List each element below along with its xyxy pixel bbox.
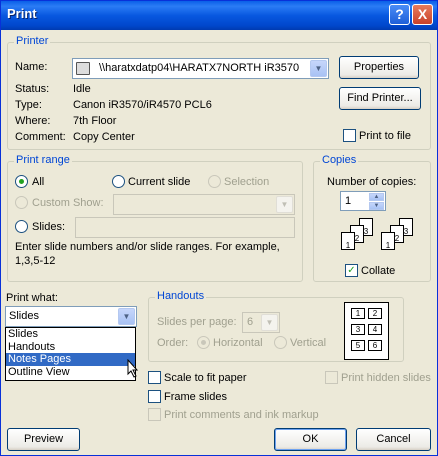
selection-radio[interactable]: [208, 175, 221, 188]
cancel-button[interactable]: Cancel: [356, 428, 431, 451]
list-item[interactable]: Outline View: [6, 366, 135, 379]
slides-per-page-select[interactable]: 6 ▼: [242, 312, 280, 333]
type-value: Canon iR3570/iR4570 PCL6: [73, 99, 212, 111]
chevron-down-icon[interactable]: ▼: [310, 60, 327, 77]
type-label: Type:: [15, 99, 42, 111]
close-button[interactable]: X: [412, 4, 433, 25]
all-radio[interactable]: [15, 175, 28, 188]
collate-label: Collate: [361, 265, 396, 277]
chevron-down-icon[interactable]: ▼: [118, 308, 135, 325]
print-what-dropdown-list: Slides Handouts Notes Pages Outline View: [5, 327, 136, 381]
printer-icon: [76, 62, 90, 75]
printer-name-value: \\haratxdatp04\HARATX7NORTH iR3570: [99, 62, 300, 74]
where-value: 7th Floor: [73, 115, 117, 127]
handouts-legend: Handouts: [155, 290, 207, 302]
print-what-label: Print what:: [6, 292, 58, 304]
status-value: Idle: [73, 83, 91, 95]
page-icon: 1: [341, 232, 355, 250]
slides-input[interactable]: [75, 217, 295, 238]
page-icon: 1: [381, 232, 395, 250]
vertical-radio[interactable]: [274, 336, 287, 349]
number-of-copies-value: 1: [345, 195, 352, 207]
find-printer-button[interactable]: Find Printer...: [339, 87, 421, 110]
slides-radio[interactable]: [15, 220, 28, 233]
print-hidden-checkbox[interactable]: [325, 371, 338, 384]
title-bar[interactable]: Print ? X: [1, 1, 437, 30]
printer-name-select[interactable]: \\haratxdatp04\HARATX7NORTH iR3570 ▼: [72, 58, 329, 79]
frame-slides-checkbox[interactable]: [148, 390, 161, 403]
collate-checkbox[interactable]: ✓: [345, 264, 358, 277]
ok-button[interactable]: OK: [274, 428, 347, 451]
slides-per-page-label: Slides per page:: [157, 316, 237, 328]
print-dialog: Print ? X Printer Name: \\haratxdatp04\H…: [0, 0, 438, 456]
print-to-file-label: Print to file: [359, 130, 411, 142]
print-hidden-label: Print hidden slides: [341, 372, 431, 384]
slides-per-page-value: 6: [247, 316, 254, 328]
comment-value: Copy Center: [73, 131, 135, 143]
horizontal-label: Horizontal: [213, 337, 263, 349]
print-to-file-checkbox[interactable]: [343, 129, 356, 142]
print-comments-checkbox[interactable]: [148, 408, 161, 421]
current-slide-radio[interactable]: [112, 175, 125, 188]
scale-to-fit-checkbox[interactable]: [148, 371, 161, 384]
vertical-label: Vertical: [290, 337, 327, 349]
preview-cell: 6: [368, 340, 382, 351]
print-range-legend: Print range: [14, 154, 72, 166]
list-item[interactable]: Handouts: [6, 341, 135, 354]
list-item[interactable]: Slides: [6, 328, 135, 341]
help-button[interactable]: ?: [389, 4, 410, 25]
scale-to-fit-label: Scale to fit paper: [164, 372, 247, 384]
custom-show-label: Custom Show:: [32, 197, 104, 209]
number-of-copies-input[interactable]: 1 ▲ ▼: [340, 191, 386, 211]
preview-cell: 4: [368, 324, 382, 335]
status-label: Status:: [15, 83, 50, 95]
print-what-value: Slides: [9, 310, 39, 322]
comment-label: Comment:: [15, 131, 66, 143]
slides-label: Slides:: [32, 221, 66, 233]
chevron-down-icon[interactable]: ▼: [261, 314, 278, 331]
copies-legend: Copies: [320, 154, 359, 166]
spin-down-icon[interactable]: ▼: [369, 202, 384, 210]
mouse-cursor-icon: [127, 359, 139, 378]
print-comments-label: Print comments and ink markup: [164, 409, 319, 421]
number-of-copies-label: Number of copies:: [327, 176, 417, 188]
horizontal-radio[interactable]: [197, 336, 210, 349]
handout-preview: 1 2 3 4 5 6: [344, 302, 389, 360]
spin-up-icon[interactable]: ▲: [369, 193, 384, 201]
custom-show-radio[interactable]: [15, 196, 28, 209]
printer-legend: Printer: [14, 35, 51, 47]
print-what-select[interactable]: Slides ▼: [5, 306, 137, 327]
preview-cell: 2: [368, 308, 382, 319]
custom-show-select[interactable]: ▼: [113, 194, 295, 215]
all-label: All: [32, 176, 45, 188]
properties-button[interactable]: Properties: [339, 56, 419, 79]
frame-slides-label: Frame slides: [164, 391, 227, 403]
preview-button[interactable]: Preview: [7, 428, 80, 451]
preview-cell: 3: [351, 324, 365, 335]
chevron-down-icon[interactable]: ▼: [276, 196, 293, 213]
preview-cell: 1: [351, 308, 365, 319]
preview-cell: 5: [351, 340, 365, 351]
dialog-title: Print: [7, 6, 37, 21]
printer-name-label: Name:: [15, 61, 48, 73]
order-label: Order:: [157, 337, 189, 349]
slides-help-text-1: Enter slide numbers and/or slide ranges.…: [15, 241, 280, 253]
selection-label: Selection: [224, 176, 270, 188]
where-label: Where:: [15, 115, 51, 127]
slides-help-text-2: 1,3,5-12: [15, 255, 56, 267]
list-item-selected[interactable]: Notes Pages: [6, 353, 135, 366]
current-slide-label: Current slide: [128, 176, 191, 188]
